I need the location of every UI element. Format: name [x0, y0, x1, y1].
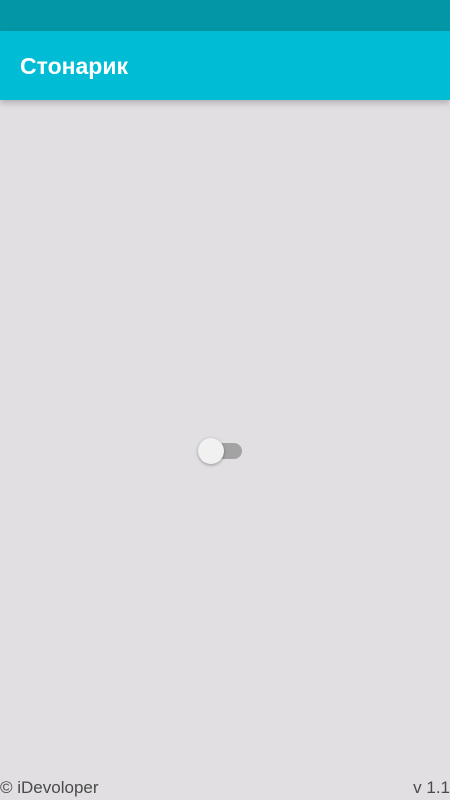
flashlight-toggle-switch[interactable] — [198, 438, 244, 464]
status-bar — [0, 0, 450, 31]
switch-thumb — [198, 438, 224, 464]
app-bar: Стонарик — [0, 31, 450, 100]
version-text: v 1.1 — [413, 778, 450, 797]
app-title: Стонарик — [20, 53, 129, 79]
main-content: © iDevoloper v 1.1 — [0, 100, 450, 800]
copyright-text: © iDevoloper — [0, 778, 99, 797]
app-screen: Стонарик © iDevoloper v 1.1 — [0, 0, 450, 800]
